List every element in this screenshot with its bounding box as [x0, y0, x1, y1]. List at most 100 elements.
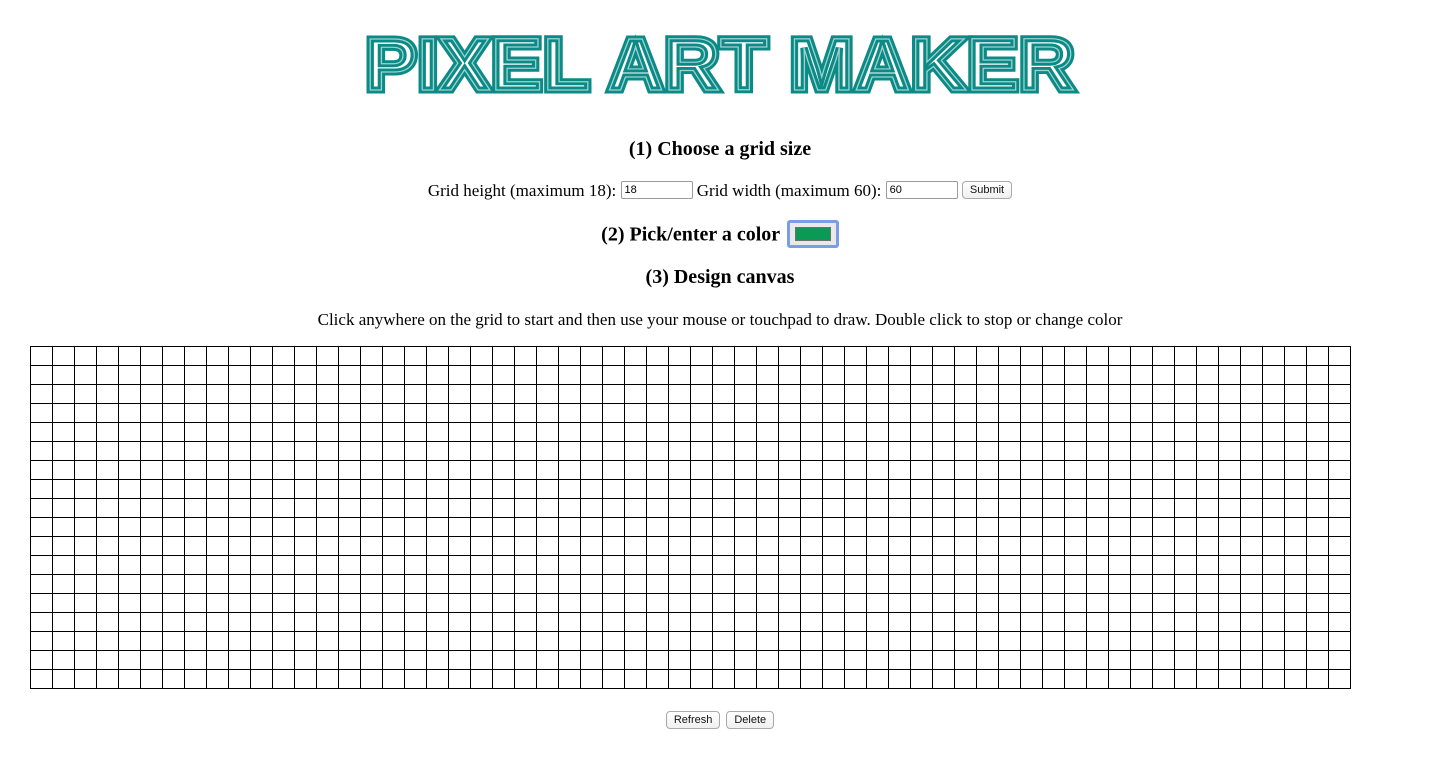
- grid-cell[interactable]: [118, 403, 141, 423]
- grid-cell[interactable]: [1218, 612, 1241, 632]
- grid-cell[interactable]: [492, 498, 515, 518]
- grid-cell[interactable]: [360, 612, 383, 632]
- grid-cell[interactable]: [646, 479, 669, 499]
- grid-cell[interactable]: [206, 422, 229, 442]
- grid-cell[interactable]: [1086, 612, 1109, 632]
- grid-cell[interactable]: [294, 612, 317, 632]
- grid-cell[interactable]: [844, 593, 867, 613]
- grid-cell[interactable]: [1306, 403, 1329, 423]
- grid-cell[interactable]: [250, 669, 273, 689]
- grid-cell[interactable]: [382, 669, 405, 689]
- grid-cell[interactable]: [954, 365, 977, 385]
- grid-cell[interactable]: [1284, 669, 1307, 689]
- grid-cell[interactable]: [932, 669, 955, 689]
- refresh-button[interactable]: Refresh: [665, 711, 721, 730]
- grid-cell[interactable]: [140, 479, 163, 499]
- grid-cell[interactable]: [426, 612, 449, 632]
- grid-cell[interactable]: [360, 536, 383, 556]
- grid-cell[interactable]: [492, 346, 515, 366]
- grid-cell[interactable]: [1284, 517, 1307, 537]
- grid-cell[interactable]: [866, 460, 889, 480]
- grid-cell[interactable]: [668, 365, 691, 385]
- grid-cell[interactable]: [294, 669, 317, 689]
- grid-cell[interactable]: [96, 555, 119, 575]
- grid-cell[interactable]: [668, 536, 691, 556]
- grid-cell[interactable]: [536, 498, 559, 518]
- grid-cell[interactable]: [646, 403, 669, 423]
- grid-cell[interactable]: [646, 365, 669, 385]
- grid-cell[interactable]: [448, 346, 471, 366]
- grid-cell[interactable]: [1240, 365, 1263, 385]
- grid-cell[interactable]: [514, 574, 537, 594]
- grid-cell[interactable]: [228, 422, 251, 442]
- grid-cell[interactable]: [360, 498, 383, 518]
- grid-cell[interactable]: [228, 441, 251, 461]
- grid-cell[interactable]: [118, 631, 141, 651]
- grid-cell[interactable]: [1284, 365, 1307, 385]
- grid-cell[interactable]: [668, 555, 691, 575]
- grid-cell[interactable]: [1042, 669, 1065, 689]
- grid-cell[interactable]: [74, 536, 97, 556]
- grid-cell[interactable]: [52, 365, 75, 385]
- grid-cell[interactable]: [712, 384, 735, 404]
- grid-cell[interactable]: [910, 365, 933, 385]
- grid-cell[interactable]: [382, 593, 405, 613]
- grid-cell[interactable]: [998, 422, 1021, 442]
- grid-cell[interactable]: [96, 536, 119, 556]
- grid-cell[interactable]: [250, 365, 273, 385]
- grid-cell[interactable]: [690, 555, 713, 575]
- grid-cell[interactable]: [1306, 574, 1329, 594]
- grid-cell[interactable]: [1196, 669, 1219, 689]
- grid-cell[interactable]: [1086, 384, 1109, 404]
- grid-cell[interactable]: [1020, 555, 1043, 575]
- grid-cell[interactable]: [294, 403, 317, 423]
- grid-cell[interactable]: [1108, 593, 1131, 613]
- grid-cell[interactable]: [1218, 593, 1241, 613]
- grid-cell[interactable]: [360, 479, 383, 499]
- grid-cell[interactable]: [712, 460, 735, 480]
- grid-cell[interactable]: [404, 536, 427, 556]
- grid-cell[interactable]: [998, 612, 1021, 632]
- grid-cell[interactable]: [228, 403, 251, 423]
- grid-cell[interactable]: [316, 517, 339, 537]
- grid-cell[interactable]: [668, 403, 691, 423]
- grid-cell[interactable]: [52, 650, 75, 670]
- grid-cell[interactable]: [1218, 517, 1241, 537]
- grid-cell[interactable]: [1108, 460, 1131, 480]
- grid-cell[interactable]: [118, 498, 141, 518]
- grid-cell[interactable]: [448, 669, 471, 689]
- grid-cell[interactable]: [1196, 498, 1219, 518]
- grid-cell[interactable]: [1284, 498, 1307, 518]
- grid-cell[interactable]: [272, 612, 295, 632]
- grid-cell[interactable]: [888, 498, 911, 518]
- grid-cell[interactable]: [910, 441, 933, 461]
- grid-cell[interactable]: [888, 669, 911, 689]
- grid-cell[interactable]: [1240, 403, 1263, 423]
- grid-cell[interactable]: [1130, 384, 1153, 404]
- grid-cell[interactable]: [1218, 574, 1241, 594]
- grid-cell[interactable]: [514, 365, 537, 385]
- grid-cell[interactable]: [1196, 403, 1219, 423]
- grid-cell[interactable]: [1086, 365, 1109, 385]
- grid-cell[interactable]: [734, 517, 757, 537]
- grid-cell[interactable]: [448, 479, 471, 499]
- grid-cell[interactable]: [822, 460, 845, 480]
- grid-cell[interactable]: [844, 365, 867, 385]
- grid-cell[interactable]: [1130, 365, 1153, 385]
- grid-cell[interactable]: [756, 593, 779, 613]
- grid-cell[interactable]: [844, 441, 867, 461]
- grid-cell[interactable]: [1306, 479, 1329, 499]
- grid-cell[interactable]: [910, 574, 933, 594]
- grid-cell[interactable]: [888, 384, 911, 404]
- grid-cell[interactable]: [228, 479, 251, 499]
- grid-cell[interactable]: [250, 441, 273, 461]
- grid-cell[interactable]: [1174, 441, 1197, 461]
- grid-cell[interactable]: [30, 593, 53, 613]
- grid-cell[interactable]: [800, 555, 823, 575]
- grid-cell[interactable]: [1196, 422, 1219, 442]
- grid-cell[interactable]: [426, 346, 449, 366]
- grid-cell[interactable]: [272, 669, 295, 689]
- grid-cell[interactable]: [316, 422, 339, 442]
- grid-cell[interactable]: [184, 384, 207, 404]
- grid-cell[interactable]: [866, 384, 889, 404]
